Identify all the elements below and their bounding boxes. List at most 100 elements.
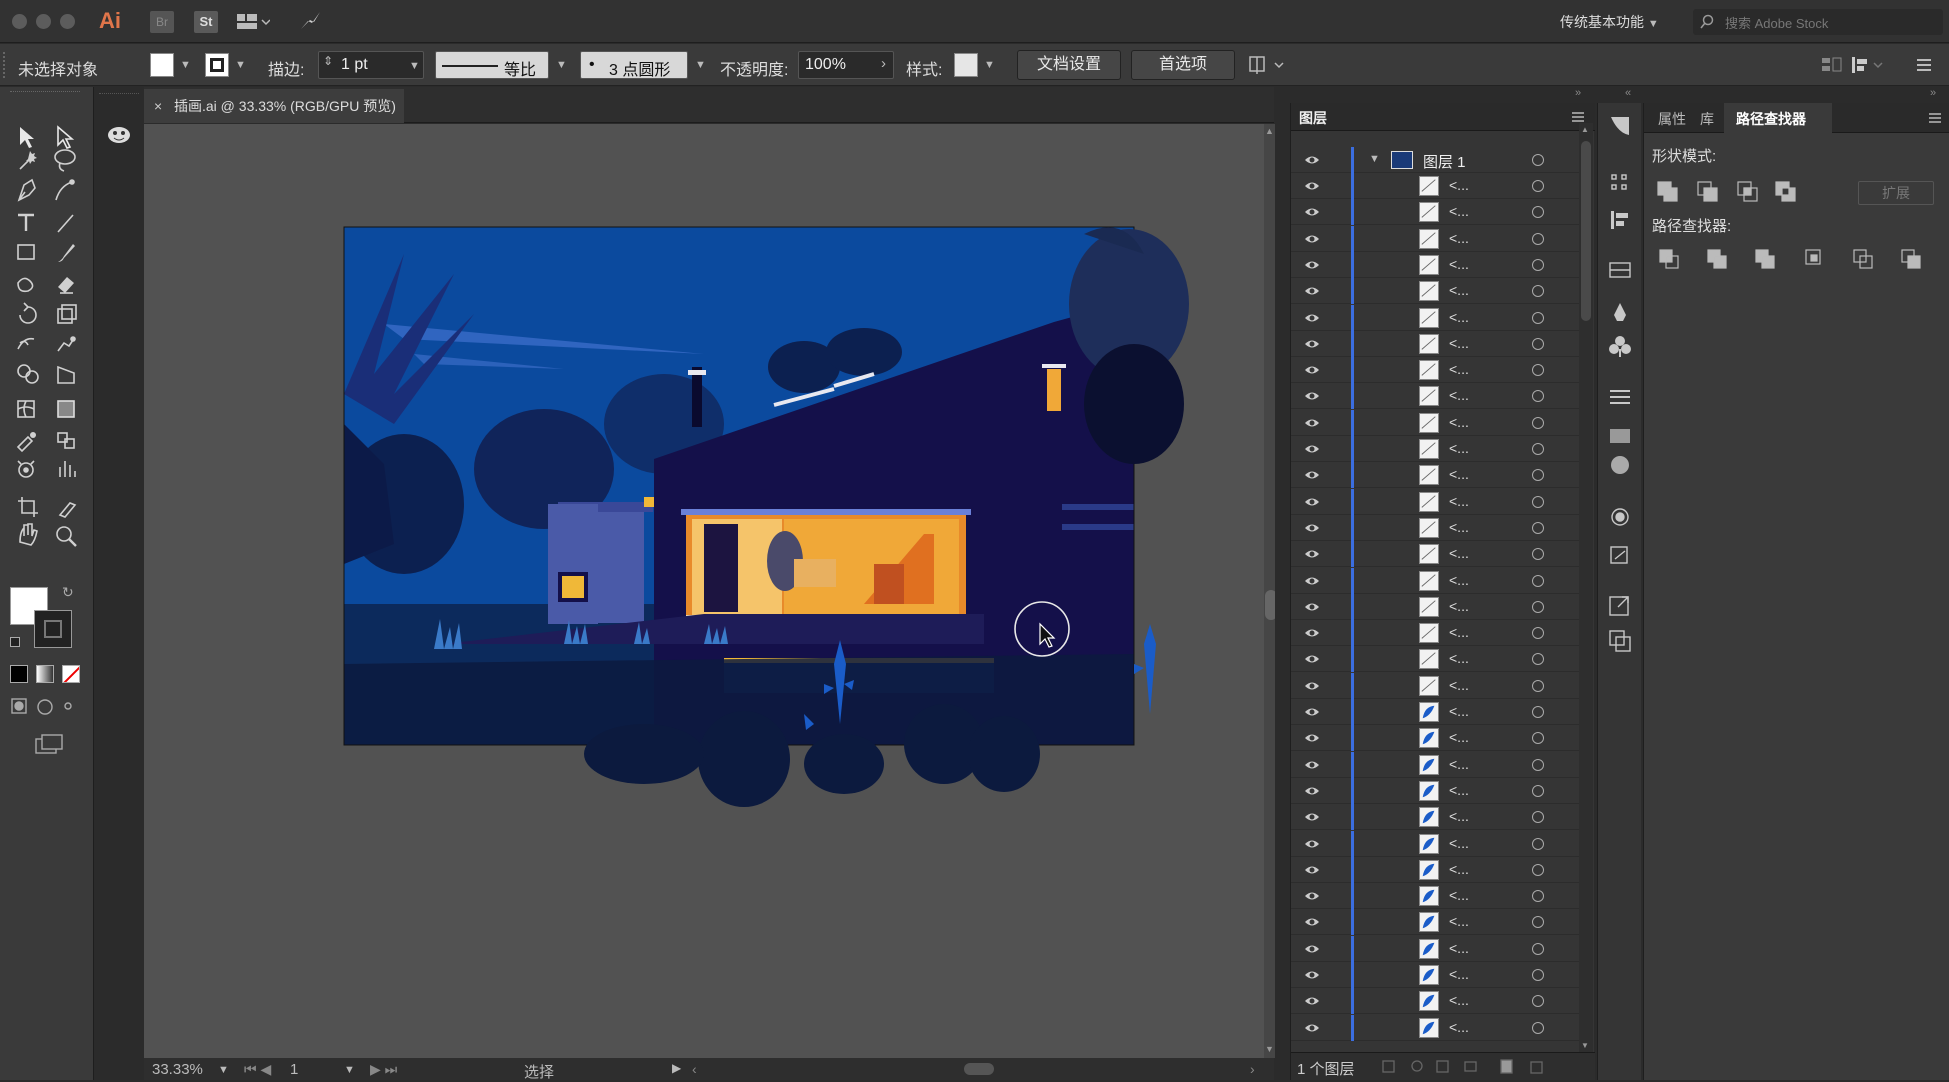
sublayer-row[interactable]: <... [1291,725,1581,752]
sublayer-name[interactable]: <... [1449,729,1469,745]
visibility-eye-icon[interactable] [1304,467,1320,483]
expand-button[interactable]: 扩展 [1858,181,1934,205]
graphic-style-swatch[interactable] [954,53,978,77]
sublayer-name[interactable]: <... [1449,545,1469,561]
target-circle-icon[interactable] [1532,916,1544,929]
sublayer-row[interactable]: <... [1291,330,1581,357]
visibility-eye-icon[interactable] [1304,783,1320,799]
visibility-eye-icon[interactable] [1304,757,1320,773]
search-input[interactable]: 搜索 Adobe Stock [1725,13,1828,32]
tab-libraries[interactable]: 库 [1700,109,1714,129]
target-circle-icon[interactable] [1532,337,1544,350]
sublayer-name[interactable]: <... [1449,466,1469,482]
visibility-eye-icon[interactable] [1304,520,1320,536]
default-colors-icon[interactable] [10,637,20,647]
target-circle-icon[interactable] [1532,154,1544,166]
target-circle-icon[interactable] [1532,679,1544,692]
sublayer-name[interactable]: <... [1449,650,1469,666]
zoom-window-button[interactable] [60,14,75,29]
sublayer-name[interactable]: <... [1449,282,1469,298]
pathfinder-buttons[interactable] [1656,246,1946,276]
visibility-eye-icon[interactable] [1304,704,1320,720]
document-tab[interactable]: × 插画.ai @ 33.33% (RGB/GPU 预览) [144,89,404,123]
sublayer-row[interactable]: <... [1291,935,1581,962]
panel-menu-icon[interactable] [1914,55,1934,79]
visibility-eye-icon[interactable] [1304,257,1320,273]
artboard-number[interactable]: 1 [290,1061,298,1078]
sublayer-name[interactable]: <... [1449,782,1469,798]
target-circle-icon[interactable] [1532,758,1544,771]
target-circle-icon[interactable] [1532,811,1544,824]
sublayer-row[interactable]: <... [1291,541,1581,568]
visibility-eye-icon[interactable] [1304,888,1320,904]
gpu-performance-icon[interactable] [298,9,322,37]
visibility-eye-icon[interactable] [1304,336,1320,352]
sublayer-name[interactable]: <... [1449,256,1469,272]
chevron-down-icon[interactable]: ▼ [218,1064,229,1076]
transform-icon[interactable] [1850,54,1884,80]
target-circle-icon[interactable] [1532,521,1544,534]
visibility-eye-icon[interactable] [1304,967,1320,983]
visibility-eye-icon[interactable] [1304,546,1320,562]
sublayer-row[interactable]: <... [1291,383,1581,410]
sublayer-name[interactable]: <... [1449,624,1469,640]
drawing-mode-icons[interactable] [8,695,84,765]
stroke-weight-field[interactable]: ⇕ 1 pt ▼ [318,51,424,79]
sublayer-row[interactable]: <... [1291,830,1581,857]
layer-name[interactable]: 图层 1 [1423,151,1466,172]
target-circle-icon[interactable] [1532,469,1544,482]
minimize-window-button[interactable] [36,14,51,29]
target-circle-icon[interactable] [1532,600,1544,613]
visibility-eye-icon[interactable] [1304,941,1320,957]
sublayer-name[interactable]: <... [1449,572,1469,588]
visibility-eye-icon[interactable] [1304,1020,1320,1036]
close-tab-icon[interactable]: × [154,89,162,123]
target-circle-icon[interactable] [1532,390,1544,403]
sublayer-name[interactable]: <... [1449,940,1469,956]
none-mode-icon[interactable] [62,665,80,683]
variable-width-profile[interactable]: 等比 [435,51,549,79]
sublayer-name[interactable]: <... [1449,703,1469,719]
last-artboard-icon[interactable]: ▶ ⏭ [370,1061,397,1078]
canvas-area[interactable] [144,124,1274,1058]
sublayer-name[interactable]: <... [1449,387,1469,403]
sublayer-row[interactable]: <... [1291,909,1581,936]
color-mode-icon[interactable] [10,665,28,683]
sublayer-row[interactable]: <... [1291,1014,1581,1041]
align-icon[interactable] [1820,54,1844,80]
arrange-documents-icon[interactable] [236,12,271,36]
visibility-eye-icon[interactable] [1304,599,1320,615]
fill-swatch[interactable] [150,53,174,77]
tab-pathfinder[interactable]: 路径查找器 [1736,109,1806,129]
sublayer-row[interactable]: <... [1291,620,1581,647]
quick-actions-icon[interactable] [1248,54,1288,80]
expand-chevron-icon[interactable]: ▼ [1369,153,1380,165]
sublayer-row[interactable]: <... [1291,225,1581,252]
document-setup-button[interactable]: 文档设置 [1017,50,1121,80]
visibility-eye-icon[interactable] [1304,730,1320,746]
target-circle-icon[interactable] [1532,311,1544,324]
tab-properties[interactable]: 属性 [1658,109,1686,129]
sublayer-row[interactable]: <... [1291,751,1581,778]
visibility-eye-icon[interactable] [1304,204,1320,220]
chevron-right-icon[interactable]: › [881,55,886,72]
target-circle-icon[interactable] [1532,995,1544,1008]
visibility-eye-icon[interactable] [1304,441,1320,457]
layers-scroll-thumb[interactable] [1581,141,1591,321]
sublayer-row[interactable]: <... [1291,357,1581,384]
sublayer-row[interactable]: <... [1291,278,1581,305]
sublayer-name[interactable]: <... [1449,230,1469,246]
status-menu-icon[interactable]: ▶ [672,1061,681,1075]
target-circle-icon[interactable] [1532,416,1544,429]
fill-dropdown-icon[interactable]: ▼ [180,59,191,71]
visibility-eye-icon[interactable] [1304,388,1320,404]
panel-menu-icon[interactable] [1571,111,1585,123]
visibility-eye-icon[interactable] [1304,310,1320,326]
visibility-eye-icon[interactable] [1304,914,1320,930]
sublayer-name[interactable]: <... [1449,992,1469,1008]
sublayer-name[interactable]: <... [1449,335,1469,351]
close-window-button[interactable] [12,14,27,29]
sublayer-name[interactable]: <... [1449,677,1469,693]
target-circle-icon[interactable] [1532,548,1544,561]
sublayer-row[interactable]: <... [1291,883,1581,910]
